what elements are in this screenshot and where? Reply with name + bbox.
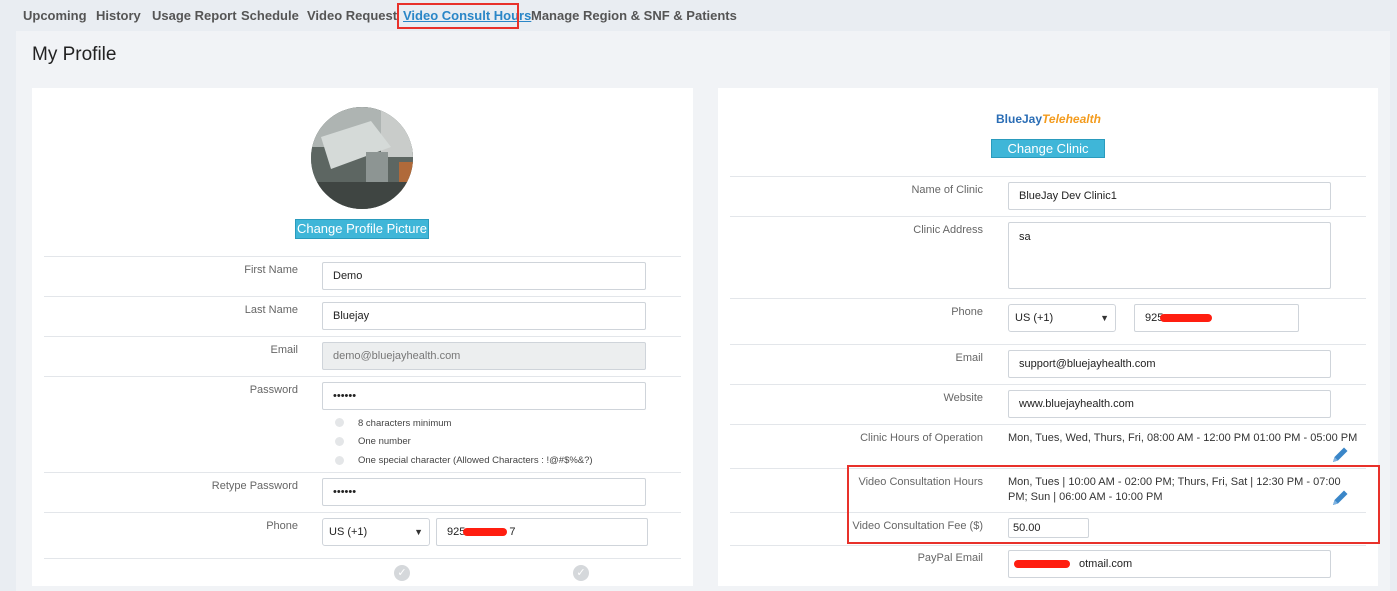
divider	[44, 376, 681, 377]
divider	[730, 298, 1366, 299]
divider	[730, 216, 1366, 217]
tab-history[interactable]: History	[96, 8, 141, 23]
avatar[interactable]	[311, 107, 413, 209]
clinic-phone-country-select[interactable]: US (+1) ▼	[1008, 304, 1116, 332]
divider	[44, 256, 681, 257]
check-icon: ✓	[394, 565, 410, 581]
logo-text-secondary: Telehealth	[1042, 112, 1101, 126]
active-tab-highlight	[397, 3, 519, 29]
rule-status-icon	[335, 456, 344, 465]
tab-schedule[interactable]: Schedule	[241, 8, 299, 23]
change-profile-picture-button[interactable]: Change Profile Picture	[295, 219, 429, 239]
divider	[44, 512, 681, 513]
video-consult-highlight	[847, 465, 1380, 544]
clinic-name-label: Name of Clinic	[911, 184, 983, 196]
clinic-email-input[interactable]: support@bluejayhealth.com	[1008, 350, 1331, 378]
retype-password-label: Retype Password	[211, 480, 298, 492]
phone-country-value: US (+1)	[329, 526, 368, 538]
top-nav: Upcoming History Usage Report Schedule V…	[0, 0, 1397, 31]
clinic-logo: BlueJayTelehealth	[996, 112, 1101, 126]
email-input: demo@bluejayhealth.com	[322, 342, 646, 370]
divider	[44, 336, 681, 337]
divider	[730, 344, 1366, 345]
clinic-phone-country-value: US (+1)	[1015, 312, 1054, 324]
edit-pencil-icon[interactable]	[1330, 445, 1350, 465]
clinic-hours-label: Clinic Hours of Operation	[860, 432, 983, 444]
tab-usage-report[interactable]: Usage Report	[152, 8, 237, 23]
password-rule: 8 characters minimum	[358, 418, 452, 429]
retype-password-input[interactable]: ••••••	[322, 478, 646, 506]
redaction-mark	[1014, 560, 1070, 568]
website-label: Website	[943, 392, 983, 404]
profile-photo	[311, 107, 413, 209]
email-label: Email	[270, 344, 298, 356]
redaction-mark	[463, 528, 507, 536]
tab-upcoming[interactable]: Upcoming	[23, 8, 87, 23]
clinic-email-label: Email	[955, 352, 983, 364]
phone-label: Phone	[266, 520, 298, 532]
divider	[44, 472, 681, 473]
clinic-phone-label: Phone	[951, 306, 983, 318]
last-name-label: Last Name	[244, 304, 298, 316]
clinic-phone-input[interactable]: 925	[1134, 304, 1299, 332]
website-input[interactable]: www.bluejayhealth.com	[1008, 390, 1331, 418]
divider	[44, 558, 681, 559]
last-name-input[interactable]: Bluejay	[322, 302, 646, 330]
password-rule: One special character (Allowed Character…	[358, 455, 593, 466]
phone-suffix: 7	[509, 526, 516, 538]
clinic-address-textarea[interactable]: sa	[1008, 222, 1331, 289]
clinic-address-label: Clinic Address	[913, 224, 983, 236]
password-label: Password	[249, 384, 298, 396]
divider	[730, 424, 1366, 425]
rule-status-icon	[335, 418, 344, 427]
logo-text-primary: BlueJay	[996, 112, 1043, 126]
divider	[730, 176, 1366, 177]
page-title: My Profile	[32, 44, 117, 65]
clinic-name-input[interactable]: BlueJay Dev Clinic1	[1008, 182, 1331, 210]
phone-country-select[interactable]: US (+1) ▼	[322, 518, 430, 546]
clinic-hours-value: Mon, Tues, Wed, Thurs, Fri, 08:00 AM - 1…	[1008, 432, 1358, 444]
paypal-email-visible: otmail.com	[1079, 558, 1133, 570]
chevron-down-icon: ▼	[414, 527, 423, 537]
divider	[730, 384, 1366, 385]
password-input[interactable]: ••••••	[322, 382, 646, 410]
divider	[730, 545, 1366, 546]
check-icon: ✓	[573, 565, 589, 581]
redaction-mark	[1160, 314, 1212, 322]
divider	[44, 296, 681, 297]
change-clinic-logo-button[interactable]: Change Clinic Logo	[991, 139, 1105, 174]
paypal-email-label: PayPal Email	[917, 552, 983, 564]
chevron-down-icon: ▼	[1100, 313, 1109, 323]
rule-status-icon	[335, 437, 344, 446]
tab-video-request[interactable]: Video Request	[307, 8, 397, 23]
tab-manage-region[interactable]: Manage Region & SNF & Patients	[531, 8, 737, 23]
first-name-input[interactable]: Demo	[322, 262, 646, 290]
password-rule: One number	[358, 436, 411, 447]
first-name-label: First Name	[244, 264, 298, 276]
